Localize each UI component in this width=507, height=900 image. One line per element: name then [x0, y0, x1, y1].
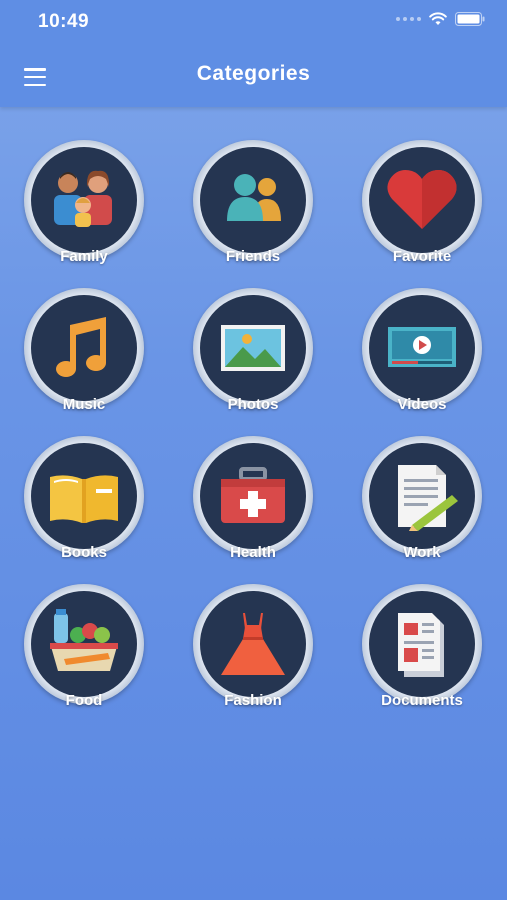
category-label: Photos	[227, 396, 279, 413]
category-family[interactable]: Family	[14, 140, 154, 280]
first-aid-kit-icon	[221, 467, 285, 523]
category-label: Health	[230, 544, 276, 561]
category-music[interactable]: Music	[14, 288, 154, 428]
documents-icon	[398, 613, 444, 677]
category-friends[interactable]: Friends	[183, 140, 323, 280]
category-videos[interactable]: Videos	[352, 288, 492, 428]
status-time: 10:49	[38, 11, 90, 32]
category-documents[interactable]: Documents	[352, 584, 492, 724]
signal-icon	[396, 17, 421, 21]
category-label: Friends	[225, 248, 281, 265]
page-title: Categories	[196, 62, 311, 85]
category-label: Work	[403, 544, 441, 561]
status-icons	[396, 12, 485, 26]
category-label: Videos	[397, 396, 447, 413]
family-icon	[54, 170, 112, 227]
book-icon	[50, 475, 118, 523]
category-fashion[interactable]: Fashion	[183, 584, 323, 724]
battery-icon	[455, 12, 485, 26]
category-health[interactable]: Health	[183, 436, 323, 576]
category-label: Favorite	[392, 248, 452, 265]
category-label: Documents	[381, 692, 463, 709]
category-label: Fashion	[224, 692, 282, 709]
app-header: 10:49 Categories	[0, 0, 507, 107]
category-food[interactable]: Food	[14, 584, 154, 724]
food-basket-icon	[50, 609, 118, 671]
category-label: Books	[61, 544, 107, 561]
category-label: Music	[62, 396, 106, 413]
friends-icon	[227, 174, 281, 221]
category-favorite[interactable]: Favorite	[352, 140, 492, 280]
video-icon	[388, 327, 456, 367]
photo-icon	[221, 325, 285, 371]
category-label: Food	[65, 692, 103, 709]
category-work[interactable]: Work	[352, 436, 492, 576]
heart-icon	[387, 170, 457, 229]
category-label: Family	[60, 248, 108, 265]
category-photos[interactable]: Photos	[183, 288, 323, 428]
music-note-icon	[56, 317, 106, 377]
category-books[interactable]: Books	[14, 436, 154, 576]
document-pen-icon	[398, 465, 458, 531]
wifi-icon	[429, 12, 447, 26]
dress-icon	[221, 613, 285, 675]
